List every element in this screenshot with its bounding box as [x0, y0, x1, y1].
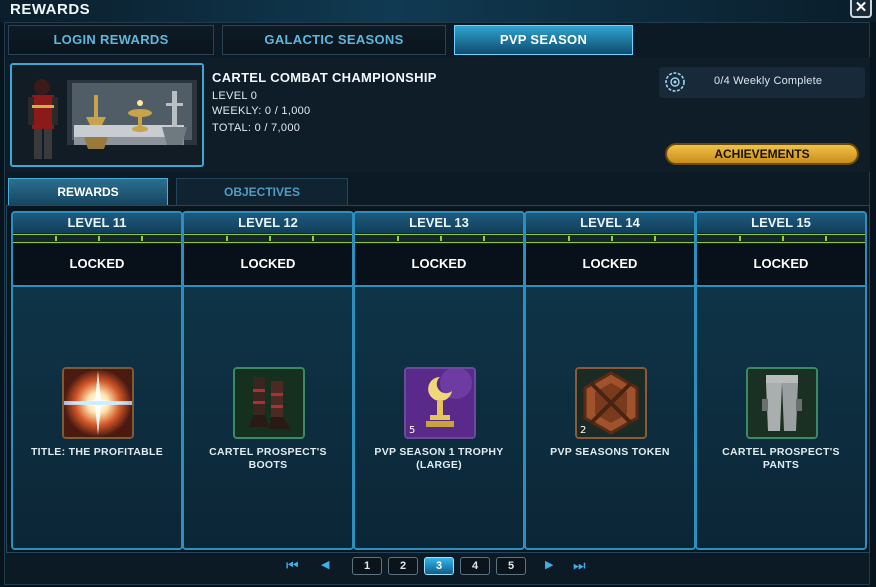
- level-progress-bar: [526, 234, 694, 243]
- tab-pvp-season[interactable]: PVP SEASON: [454, 25, 633, 55]
- reward-card-level-14[interactable]: LEVEL 14 LOCKED 2 PVP SEASONS TOKEN: [524, 211, 696, 550]
- previous-page-icon[interactable]: ◀: [321, 557, 329, 573]
- tab-galactic-seasons[interactable]: GALACTIC SEASONS: [222, 25, 446, 55]
- reward-card-level-11[interactable]: LEVEL 11 LOCKED TITLE: THE PROFITABLE: [11, 211, 183, 550]
- pants-icon[interactable]: [746, 367, 818, 439]
- card-level-label: LEVEL 11: [13, 213, 181, 233]
- page-button-2[interactable]: 2: [388, 557, 418, 575]
- card-body: 5 PVP SEASON 1 TROPHY (LARGE): [355, 287, 523, 548]
- window-title: REWARDS: [10, 1, 91, 18]
- card-status: LOCKED: [526, 244, 694, 287]
- title-burst-icon[interactable]: [62, 367, 134, 439]
- card-status: LOCKED: [697, 244, 865, 287]
- level-progress-bar: [184, 234, 352, 243]
- season-title: CARTEL COMBAT CHAMPIONSHIP: [212, 70, 437, 85]
- card-level-label: LEVEL 12: [184, 213, 352, 233]
- card-body: 2 PVP SEASONS TOKEN: [526, 287, 694, 548]
- title-bar: [0, 0, 876, 22]
- card-level-label: LEVEL 14: [526, 213, 694, 233]
- achievements-button[interactable]: ACHIEVEMENTS: [665, 143, 859, 165]
- page-button-1[interactable]: 1: [352, 557, 382, 575]
- level-progress-bar: [697, 234, 865, 243]
- card-level-label: LEVEL 13: [355, 213, 523, 233]
- card-body: CARTEL PROSPECT'S PANTS: [697, 287, 865, 548]
- reward-card-level-13[interactable]: LEVEL 13 LOCKED 5 PVP SEASON 1 TROPHY (L…: [353, 211, 525, 550]
- level-progress-bar: [355, 234, 523, 243]
- last-page-icon[interactable]: ⏭: [573, 557, 586, 573]
- season-level: LEVEL 0: [212, 90, 258, 102]
- card-status: LOCKED: [184, 244, 352, 287]
- weekly-status-box: 0/4 Weekly Complete: [659, 67, 865, 98]
- card-status: LOCKED: [13, 244, 181, 287]
- reward-card-level-12[interactable]: LEVEL 12 LOCKED CARTEL PROSPECT'S BOOTS: [182, 211, 354, 550]
- trophy-icon[interactable]: 5: [404, 367, 476, 439]
- item-name: PVP SEASON 1 TROPHY (LARGE): [374, 446, 504, 471]
- stack-count: 5: [409, 425, 416, 436]
- item-name: PVP SEASONS TOKEN: [550, 446, 670, 458]
- page-button-5[interactable]: 5: [496, 557, 526, 575]
- reward-card-level-15[interactable]: LEVEL 15 LOCKED CARTEL PROSPECT'S PANTS: [695, 211, 867, 550]
- item-name: CARTEL PROSPECT'S BOOTS: [209, 446, 327, 471]
- card-body: CARTEL PROSPECT'S BOOTS: [184, 287, 352, 548]
- card-level-label: LEVEL 15: [697, 213, 865, 233]
- weekly-status-text: 0/4 Weekly Complete: [714, 75, 823, 87]
- season-total-progress: TOTAL: 0 / 7,000: [212, 122, 301, 134]
- token-icon[interactable]: 2: [575, 367, 647, 439]
- first-page-icon[interactable]: ⏮: [286, 557, 299, 573]
- tab-rewards[interactable]: REWARDS: [8, 178, 168, 205]
- card-status: LOCKED: [355, 244, 523, 287]
- item-name: CARTEL PROSPECT'S PANTS: [722, 446, 840, 471]
- level-progress-bar: [13, 234, 181, 243]
- boots-icon[interactable]: [233, 367, 305, 439]
- close-button[interactable]: ✕: [850, 0, 872, 18]
- next-page-icon[interactable]: ▶: [545, 557, 553, 573]
- card-body: TITLE: THE PROFITABLE: [13, 287, 181, 548]
- season-weekly-progress: WEEKLY: 0 / 1,000: [212, 105, 311, 117]
- tab-login-rewards[interactable]: LOGIN REWARDS: [8, 25, 214, 55]
- tab-objectives[interactable]: OBJECTIVES: [176, 178, 348, 205]
- season-portrait-image: [10, 63, 204, 167]
- item-name: TITLE: THE PROFITABLE: [30, 446, 164, 458]
- page-button-4[interactable]: 4: [460, 557, 490, 575]
- weekly-objectives-icon: [665, 72, 685, 92]
- page-button-3[interactable]: 3: [424, 557, 454, 575]
- stack-count: 2: [580, 425, 587, 436]
